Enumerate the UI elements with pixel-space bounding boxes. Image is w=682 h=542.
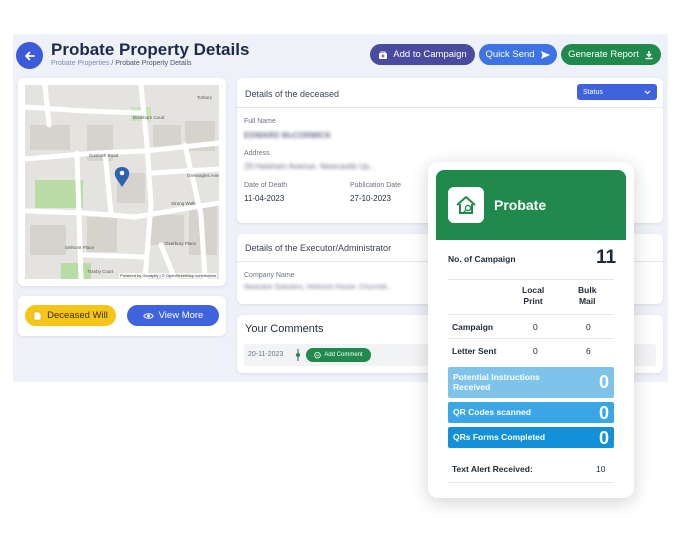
campaign-count-value: 11 — [596, 247, 617, 268]
company-name-value: Newcave Solicitors, Helmont House, Churc… — [244, 284, 393, 291]
svg-text:Selhurst Place: Selhurst Place — [65, 245, 95, 250]
row-letter-sent-local: 0 — [533, 346, 538, 356]
page-title: Probate Property Details — [51, 40, 250, 59]
probate-title: Probate — [494, 197, 547, 213]
timeline-dot — [296, 349, 300, 361]
stat-qr-forms-label: QRs Forms Completed — [453, 432, 546, 442]
svg-text:Torbury: Torbury — [197, 95, 213, 100]
divider — [448, 314, 614, 315]
view-more-label: View More — [158, 310, 204, 321]
quick-send-button[interactable]: Quick Send — [479, 44, 557, 65]
comment-date: 20-11-2023 — [248, 351, 284, 358]
chevron-down-icon — [644, 90, 651, 94]
generate-report-button[interactable]: Generate Report — [561, 44, 661, 65]
publication-date-value: 27-10-2023 — [350, 194, 391, 203]
svg-text:Brinkburn Court: Brinkburn Court — [133, 115, 165, 120]
row-campaign-label: Campaign — [452, 322, 494, 332]
stat-qr-scanned-value: 0 — [598, 403, 609, 423]
company-name-label: Company Name — [244, 272, 295, 279]
actions-card: Deceased Will View More — [18, 296, 226, 336]
divider — [448, 338, 614, 339]
deceased-will-label: Deceased Will — [47, 310, 108, 321]
svg-text:Tranby Court: Tranby Court — [87, 269, 114, 274]
date-of-death-value: 11-04-2023 — [244, 194, 285, 203]
publication-date-label: Publication Date — [350, 182, 401, 189]
stat-potential-label-1: Potential Instructions — [453, 372, 540, 382]
divider — [448, 279, 614, 280]
probate-header: Probate — [436, 170, 626, 240]
status-label: Status — [583, 88, 603, 96]
executor-section-title: Details of the Executor/Administrator — [245, 243, 392, 253]
back-button[interactable] — [16, 42, 43, 69]
text-alert-value: 10 — [596, 464, 606, 474]
address-label: Address — [244, 150, 270, 157]
full-name-value: EDWARD McCORMICK — [244, 131, 332, 140]
divider — [448, 482, 614, 483]
generate-report-label: Generate Report — [568, 49, 639, 60]
map-street-label: Gosforth Road — [89, 153, 119, 158]
breadcrumb: Probate Properties / Probate Property De… — [51, 60, 192, 67]
svg-text:Overbury Place: Overbury Place — [165, 241, 197, 246]
stat-potential-instructions: Potential Instructions Received 0 — [448, 367, 614, 398]
send-icon — [540, 50, 550, 59]
download-icon — [645, 50, 653, 59]
deceased-will-button[interactable]: Deceased Will — [25, 305, 116, 326]
text-alert-label: Text Alert Received: — [452, 464, 533, 474]
arrow-left-icon — [24, 51, 35, 60]
status-dropdown[interactable]: Status — [577, 84, 657, 100]
eye-icon — [142, 312, 154, 319]
stat-qr-forms: QRs Forms Completed 0 — [448, 427, 614, 448]
deceased-section-title: Details of the deceased — [245, 89, 340, 99]
probate-house-icon — [448, 187, 484, 223]
breadcrumb-separator: / — [111, 60, 114, 67]
map-card: Gosforth Road Torbury Gleneagles Avenue … — [18, 78, 226, 286]
document-icon — [33, 311, 42, 320]
add-to-campaign-label: Add to Campaign — [393, 49, 467, 60]
svg-text:Gleneagles Avenue: Gleneagles Avenue — [187, 173, 219, 178]
add-to-campaign-button[interactable]: Add to Campaign — [370, 44, 475, 65]
campaign-icon — [379, 51, 388, 59]
breadcrumb-current: Probate Property Details — [115, 60, 192, 67]
add-comment-button[interactable]: Add Comment — [306, 348, 371, 362]
campaign-count-label: No. of Campaign — [448, 254, 516, 264]
quick-send-label: Quick Send — [485, 49, 535, 60]
comment-icon — [314, 351, 322, 358]
stat-potential-value: 0 — [598, 372, 609, 392]
stat-qr-forms-value: 0 — [598, 428, 609, 448]
address-value: 29 Halsham Avenue, Newcastle Up... — [244, 162, 376, 171]
stat-qr-scanned-label: QR Codes scanned — [453, 407, 531, 417]
divider — [237, 107, 663, 108]
column-local-print: Local Print — [522, 285, 545, 306]
row-letter-sent-label: Letter Sent — [452, 346, 497, 356]
property-map[interactable]: Gosforth Road Torbury Gleneagles Avenue … — [25, 85, 219, 279]
stat-qr-scanned: QR Codes scanned 0 — [448, 402, 614, 423]
column-bulk-mail: Bulk Mail — [578, 285, 597, 306]
svg-text:Strong Walk: Strong Walk — [171, 201, 196, 206]
add-comment-label: Add Comment — [324, 352, 363, 358]
map-attribution: Powered by Geoapify | © OpenStreetMap co… — [119, 273, 217, 278]
breadcrumb-parent[interactable]: Probate Properties — [51, 60, 109, 67]
map-graphic: Gosforth Road Torbury Gleneagles Avenue … — [25, 85, 219, 279]
full-name-label: Full Name — [244, 118, 276, 125]
row-campaign-local: 0 — [533, 322, 538, 332]
stat-potential-label-2: Received — [453, 382, 491, 392]
date-of-death-label: Date of Death — [244, 182, 288, 189]
row-campaign-bulk: 0 — [586, 322, 591, 332]
row-letter-sent-bulk: 6 — [586, 346, 591, 356]
comments-title: Your Comments — [245, 323, 324, 335]
view-more-button[interactable]: View More — [127, 305, 219, 326]
